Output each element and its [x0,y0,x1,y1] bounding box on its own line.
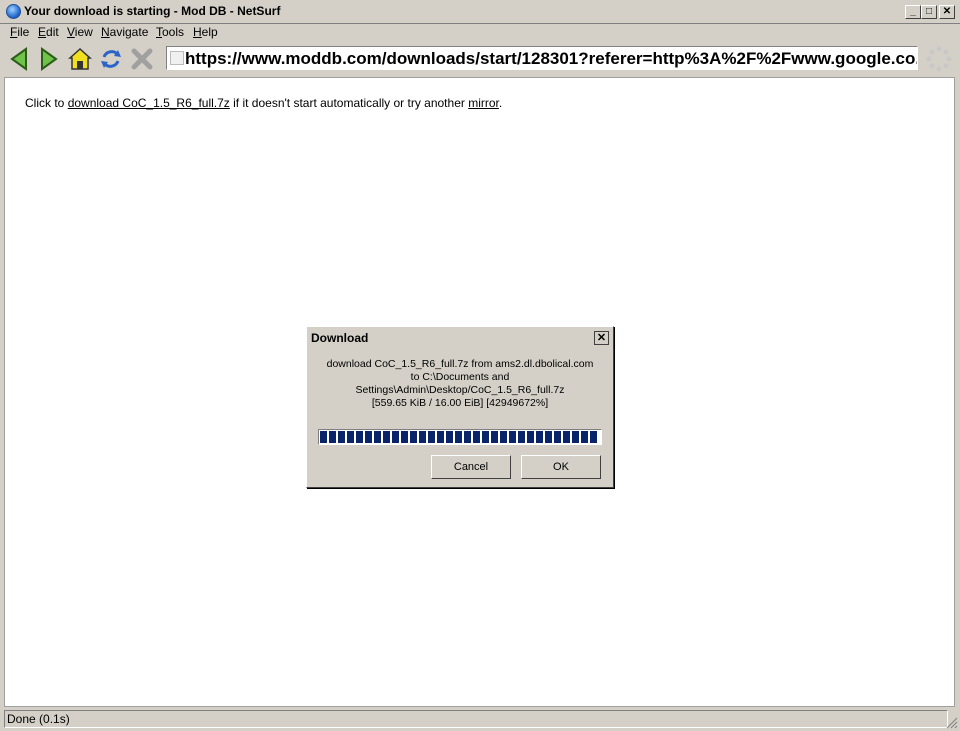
forward-arrow-icon [41,47,58,71]
status-text: Done (0.1s) [4,710,948,728]
maximize-button[interactable]: □ [921,5,937,19]
progress-segment [401,431,408,443]
mirror-link[interactable]: mirror [468,96,499,110]
progress-segment [392,431,399,443]
message-prefix: Click to [25,96,68,110]
message-middle: if it doesn't start automatically or try… [229,96,469,110]
menu-help-mnemonic: H [193,25,202,39]
progress-segment [491,431,498,443]
reload-button[interactable] [98,46,124,72]
progress-segment [500,431,507,443]
minimize-button[interactable]: _ [905,5,921,19]
cancel-button[interactable]: Cancel [431,455,511,479]
netsurf-globe-icon [6,4,21,19]
menu-navigate[interactable]: Navigate [101,25,148,39]
title-bar: Your download is starting - Mod DB - Net… [0,0,960,24]
resize-grip-icon[interactable] [946,717,958,729]
progress-segment [509,431,516,443]
progress-segment [455,431,462,443]
download-link[interactable]: download CoC_1.5_R6_full.7z [68,96,230,110]
menu-edit[interactable]: Edit [38,25,59,39]
menu-view-label: iew [74,25,93,39]
status-bar: Done (0.1s) [0,708,960,731]
stop-icon [131,48,153,70]
progress-segment [320,431,327,443]
favicon-icon [170,51,184,65]
reload-icon [101,50,121,68]
url-bar[interactable]: https://www.moddb.com/downloads/start/12… [166,46,918,70]
progress-segment [329,431,336,443]
progress-segment [419,431,426,443]
download-dialog: Download ✕ download CoC_1.5_R6_full.7z f… [306,326,614,488]
dialog-close-button[interactable]: ✕ [594,331,609,345]
minimize-icon: _ [910,6,916,17]
progress-segment [446,431,453,443]
menu-bar: File Edit View Navigate Tools Help [0,24,960,42]
forward-button[interactable] [36,46,62,72]
progress-segment [536,431,543,443]
message-suffix: . [498,96,503,110]
close-icon: ✕ [942,6,952,17]
back-button[interactable] [6,46,32,72]
home-icon [68,47,92,70]
progress-segment [527,431,534,443]
progress-segment [482,431,489,443]
progress-segment [383,431,390,443]
window-title: Your download is starting - Mod DB - Net… [24,4,281,18]
progress-segment [518,431,525,443]
progress-segment [464,431,471,443]
download-message: Click to download CoC_1.5_R6_full.7z if … [25,96,502,110]
dialog-line-progress: [559.65 KiB / 16.00 EiB] [42949672%] [371,397,549,409]
stop-button[interactable] [129,46,155,72]
dialog-message: download CoC_1.5_R6_full.7z from ams2.dl… [317,358,603,416]
progress-segment [365,431,372,443]
close-icon: ✕ [596,332,607,344]
dialog-title: Download [311,331,369,345]
menu-file[interactable]: File [10,25,29,39]
menu-help[interactable]: Help [193,25,218,39]
progress-segment [581,431,588,443]
progress-segment [437,431,444,443]
menu-view[interactable]: View [67,25,93,39]
maximize-icon: □ [925,6,933,17]
menu-edit-label: dit [46,25,59,39]
progress-segment [554,431,561,443]
progress-segment [338,431,345,443]
progress-segment [473,431,480,443]
progress-segment [428,431,435,443]
progress-segment [410,431,417,443]
progress-segment [545,431,552,443]
back-arrow-icon [10,47,27,71]
dialog-line-path: Settings\Admin\Desktop/CoC_1.5_R6_full.7… [355,384,565,396]
menu-tools-label: ools [162,25,185,39]
menu-navigate-mnemonic: N [101,25,110,39]
ok-button[interactable]: OK [521,455,601,479]
throbber-icon [926,46,952,72]
progress-segment [590,431,597,443]
close-window-button[interactable]: ✕ [939,5,955,19]
progress-segment [356,431,363,443]
menu-help-label: elp [201,25,218,39]
dialog-line-source: download CoC_1.5_R6_full.7z from ams2.dl… [326,358,594,370]
progress-segment [374,431,381,443]
progress-segment [563,431,570,443]
menu-file-label: ile [17,25,30,39]
url-input[interactable]: https://www.moddb.com/downloads/start/12… [185,49,917,69]
home-button[interactable] [67,46,93,72]
menu-view-mnemonic: V [67,25,75,39]
progress-segment [347,431,354,443]
progress-segment [572,431,579,443]
menu-tools[interactable]: Tools [156,25,184,39]
download-progress-bar [318,429,602,445]
menu-navigate-label: avigate [109,25,149,39]
dialog-line-destination: to C:\Documents and [410,371,510,383]
menu-edit-mnemonic: E [38,25,47,39]
